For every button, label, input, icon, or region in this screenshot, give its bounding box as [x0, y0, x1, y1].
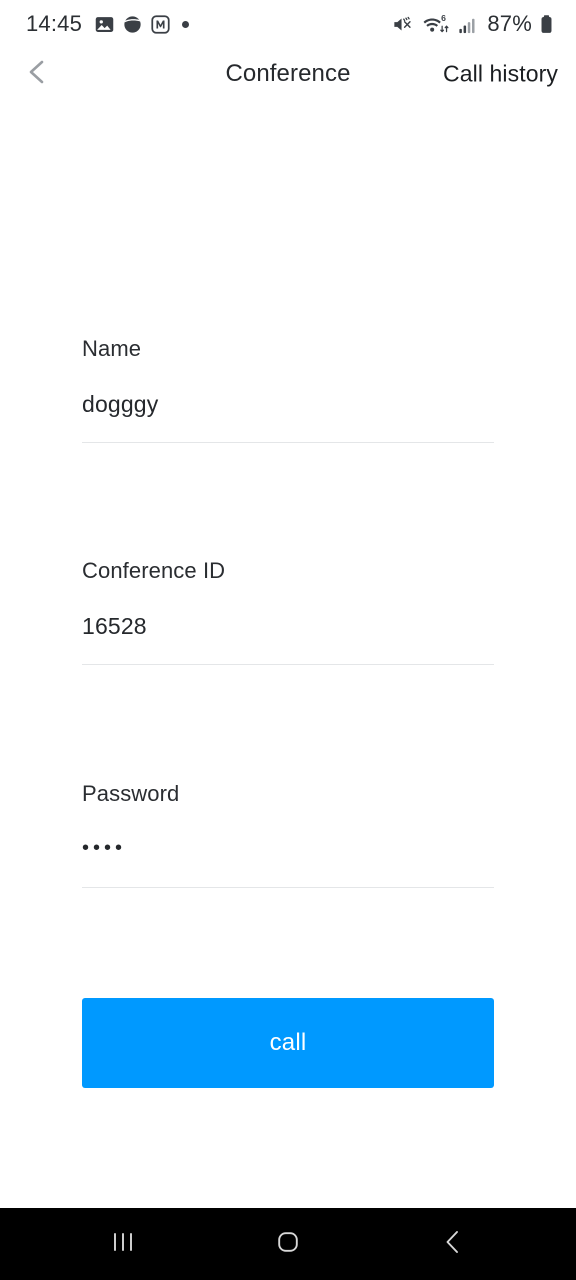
- nav-recents-button[interactable]: [83, 1208, 163, 1280]
- conference-form: Name dogggy Conference ID 16528 Password…: [0, 100, 576, 1208]
- home-icon: [275, 1229, 301, 1260]
- field-name-underline: [82, 442, 494, 443]
- field-password-label: Password: [82, 781, 180, 806]
- status-bar-right: 6 87%: [391, 11, 554, 37]
- nav-back-button[interactable]: [413, 1208, 493, 1280]
- battery-full-icon: [539, 13, 554, 36]
- cellular-signal-icon: [458, 13, 478, 36]
- svg-text:6: 6: [442, 13, 447, 23]
- nav-home-button[interactable]: [248, 1208, 328, 1280]
- field-conference-id-underline: [82, 664, 494, 665]
- password-input[interactable]: ••••: [82, 838, 126, 861]
- name-input[interactable]: dogggy: [82, 393, 158, 416]
- field-password-underline: [82, 887, 494, 888]
- phone-screen: 14:45 6 87% Conference Call history Name…: [0, 0, 576, 1280]
- call-button[interactable]: call: [82, 998, 494, 1088]
- mute-vibrate-icon: [391, 13, 414, 36]
- more-notifications-dot: [182, 20, 190, 28]
- system-navigation-bar: [0, 1208, 576, 1280]
- status-bar: 14:45 6 87%: [0, 0, 576, 48]
- gallery-photo-icon: [94, 14, 115, 35]
- call-history-button[interactable]: Call history: [443, 61, 558, 88]
- app-header: Conference Call history: [0, 48, 576, 100]
- chevron-left-icon: [440, 1228, 466, 1261]
- conference-id-input[interactable]: 16528: [82, 615, 147, 638]
- battery-percent-label: 87%: [487, 11, 532, 36]
- field-conference-id-label: Conference ID: [82, 558, 226, 583]
- field-name-label: Name: [82, 336, 142, 361]
- status-bar-clock: 14:45: [26, 11, 83, 36]
- status-bar-left: 14:45: [26, 11, 190, 37]
- recents-icon: [110, 1229, 136, 1260]
- m-app-icon: [150, 14, 171, 35]
- opera-browser-icon: [122, 14, 143, 35]
- wifi-6-icon: 6: [421, 13, 451, 36]
